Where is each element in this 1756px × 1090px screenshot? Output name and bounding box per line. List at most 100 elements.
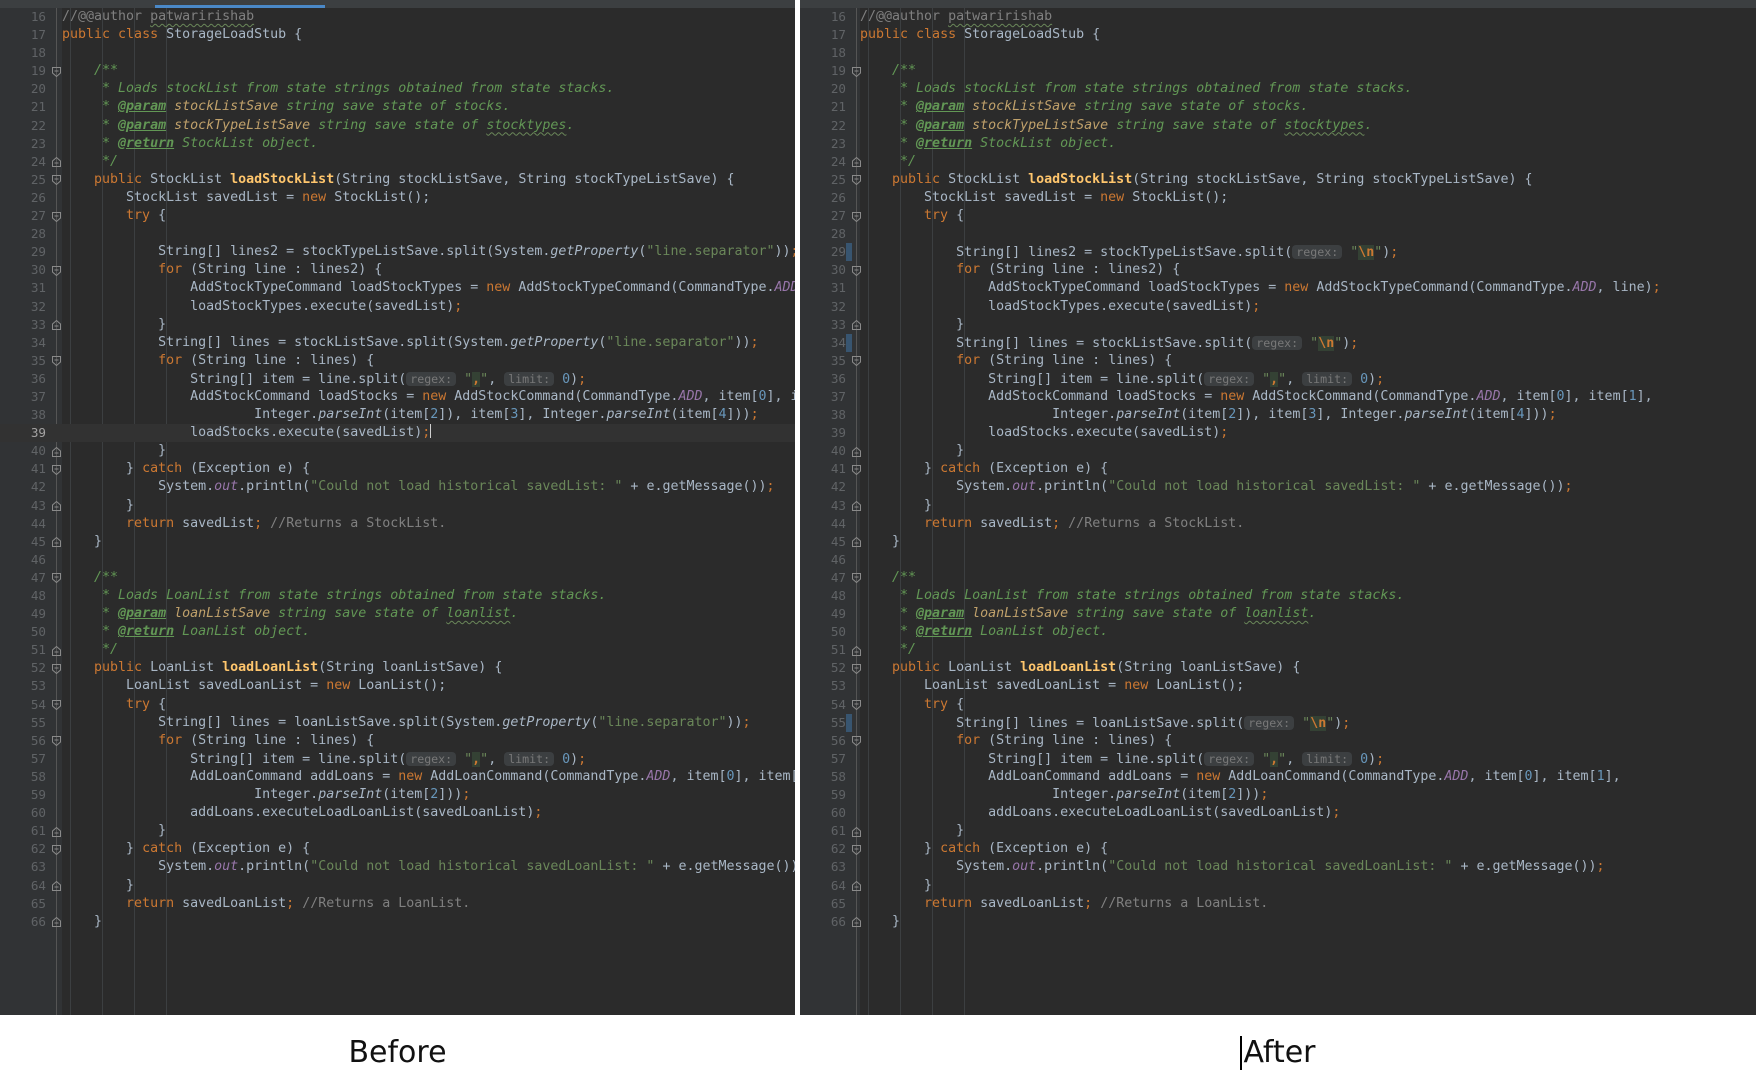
code-line[interactable]: 22 * @param stockTypeListSave string sav… bbox=[0, 117, 795, 135]
code-line[interactable]: 31 AddStockTypeCommand loadStockTypes = … bbox=[800, 279, 1756, 297]
code-line[interactable]: 18 bbox=[800, 44, 1756, 62]
code-line[interactable]: 30 for (String line : lines2) { bbox=[0, 261, 795, 279]
code-line[interactable]: 24 */ bbox=[800, 153, 1756, 171]
code-line[interactable]: 54 try { bbox=[800, 696, 1756, 714]
change-marker[interactable] bbox=[846, 243, 852, 262]
code-line[interactable]: 27 try { bbox=[800, 207, 1756, 225]
code-fold-end-icon[interactable] bbox=[52, 157, 61, 168]
code-line[interactable]: 34 String[] lines = stockListSave.split(… bbox=[800, 333, 1756, 352]
code-line[interactable]: 42 System.out.println("Could not load hi… bbox=[0, 478, 795, 496]
code-fold-start-icon[interactable] bbox=[52, 573, 61, 584]
code-line[interactable]: 41 } catch (Exception e) { bbox=[0, 460, 795, 478]
code-line[interactable]: 46 bbox=[0, 551, 795, 569]
code-line[interactable]: 44 return savedList; //Returns a StockLi… bbox=[0, 515, 795, 533]
change-marker[interactable] bbox=[846, 333, 852, 352]
code-line[interactable]: 52 public LoanList loadLoanList(String l… bbox=[0, 659, 795, 677]
code-line[interactable]: 34 String[] lines = stockListSave.split(… bbox=[0, 334, 795, 352]
code-line[interactable]: 47 /** bbox=[800, 569, 1756, 587]
code-line[interactable]: 59 Integer.parseInt(item[2])); bbox=[800, 786, 1756, 804]
code-line[interactable]: 19 /** bbox=[0, 62, 795, 80]
code-line[interactable]: 29 String[] lines2 = stockTypeListSave.s… bbox=[0, 243, 795, 261]
code-line[interactable]: 20 * Loads stockList from state strings … bbox=[0, 80, 795, 98]
code-line[interactable]: 21 * @param stockListSave string save st… bbox=[800, 98, 1756, 116]
code-fold-start-icon[interactable] bbox=[52, 66, 61, 77]
code-line[interactable]: 23 * @return StockList object. bbox=[800, 135, 1756, 153]
code-line[interactable]: 24 */ bbox=[0, 153, 795, 171]
code-line[interactable]: 19 /** bbox=[800, 62, 1756, 80]
code-line[interactable]: 18 bbox=[0, 44, 795, 62]
code-line[interactable]: 38 Integer.parseInt(item[2]), item[3], I… bbox=[800, 406, 1756, 424]
code-line[interactable]: 49 * @param loanListSave string save sta… bbox=[800, 605, 1756, 623]
code-line[interactable]: 55 String[] lines = loanListSave.split(r… bbox=[800, 713, 1756, 732]
code-line[interactable]: 56 for (String line : lines) { bbox=[0, 732, 795, 750]
code-line[interactable]: 21 * @param stockListSave string save st… bbox=[0, 98, 795, 116]
code-fold-end-icon[interactable] bbox=[52, 881, 61, 891]
code-fold-end-icon[interactable] bbox=[52, 320, 61, 331]
code-line[interactable]: 57 String[] item = line.split(regex: ","… bbox=[0, 750, 795, 768]
code-line[interactable]: 37 AddStockCommand loadStocks = new AddS… bbox=[800, 388, 1756, 406]
code-line[interactable]: 58 AddLoanCommand addLoans = new AddLoan… bbox=[800, 768, 1756, 786]
code-fold-end-icon[interactable] bbox=[52, 537, 61, 548]
code-line[interactable]: 17 public class StorageLoadStub { bbox=[800, 26, 1756, 44]
code-line[interactable]: 48 * Loads LoanList from state strings o… bbox=[800, 587, 1756, 605]
code-line[interactable]: 26 StockList savedList = new StockList()… bbox=[800, 189, 1756, 207]
code-line[interactable]: 46 bbox=[800, 551, 1756, 569]
code-line[interactable]: 36 String[] item = line.split(regex: ","… bbox=[800, 370, 1756, 388]
code-line[interactable]: 25 public StockList loadStockList(String… bbox=[800, 171, 1756, 189]
code-line[interactable]: 16 //@@author patwaririshab bbox=[800, 8, 1756, 26]
code-line[interactable]: 65 return savedLoanList; //Returns a Loa… bbox=[800, 895, 1756, 913]
code-line[interactable]: 50 * @return LoanList object. bbox=[800, 623, 1756, 641]
code-line[interactable]: 66 } bbox=[800, 913, 1756, 931]
code-line[interactable]: 50 * @return LoanList object. bbox=[0, 623, 795, 641]
code-line[interactable]: 48 * Loads LoanList from state strings o… bbox=[0, 587, 795, 605]
code-fold-end-icon[interactable] bbox=[52, 501, 61, 512]
code-fold-end-icon[interactable] bbox=[52, 645, 61, 656]
code-fold-start-icon[interactable] bbox=[52, 663, 61, 674]
code-line[interactable]: 51 */ bbox=[0, 641, 795, 659]
code-line[interactable]: 17 public class StorageLoadStub { bbox=[0, 26, 795, 44]
code-line[interactable]: 35 for (String line : lines) { bbox=[800, 352, 1756, 370]
code-line[interactable]: 47 /** bbox=[0, 569, 795, 587]
code-line[interactable]: 63 System.out.println("Could not load hi… bbox=[800, 858, 1756, 876]
code-fold-start-icon[interactable] bbox=[52, 464, 61, 475]
code-line[interactable]: 41 } catch (Exception e) { bbox=[800, 460, 1756, 478]
code-line[interactable]: 22 * @param stockTypeListSave string sav… bbox=[800, 117, 1756, 135]
code-line[interactable]: 49 * @param loanListSave string save sta… bbox=[0, 605, 795, 623]
code-line[interactable]: 23 * @return StockList object. bbox=[0, 135, 795, 153]
code-line[interactable]: 36 String[] item = line.split(regex: ","… bbox=[0, 370, 795, 388]
code-line[interactable]: 58 AddLoanCommand addLoans = new AddLoan… bbox=[0, 768, 795, 786]
code-line[interactable]: 53 LoanList savedLoanList = new LoanList… bbox=[800, 677, 1756, 695]
code-line[interactable]: 66 } bbox=[0, 913, 795, 931]
code-fold-start-icon[interactable] bbox=[52, 175, 61, 186]
code-line[interactable]: 35 for (String line : lines) { bbox=[0, 352, 795, 370]
code-line[interactable]: 32 loadStockTypes.execute(savedList); bbox=[0, 298, 795, 316]
code-line[interactable]: 40 } bbox=[800, 442, 1756, 460]
code-line[interactable]: 37 AddStockCommand loadStocks = new AddS… bbox=[0, 388, 795, 406]
code-fold-start-icon[interactable] bbox=[52, 211, 61, 222]
code-line[interactable]: 31 AddStockTypeCommand loadStockTypes = … bbox=[0, 279, 795, 297]
code-line[interactable]: 45 } bbox=[800, 533, 1756, 551]
code-line[interactable]: 60 addLoans.executeLoadLoanList(savedLoa… bbox=[800, 804, 1756, 822]
code-line[interactable]: 33 } bbox=[0, 316, 795, 334]
code-line[interactable]: 40 } bbox=[0, 442, 795, 460]
code-line[interactable]: 16 //@@author patwaririshab bbox=[0, 8, 795, 26]
code-line[interactable]: 63 System.out.println("Could not load hi… bbox=[0, 858, 795, 876]
code-line[interactable]: 65 return savedLoanList; //Returns a Loa… bbox=[0, 895, 795, 913]
code-line[interactable]: 33 } bbox=[800, 316, 1756, 334]
code-editor-after[interactable]: 16 //@@author patwaririshab 17 public class… bbox=[800, 8, 1756, 1015]
code-fold-start-icon[interactable] bbox=[52, 736, 61, 747]
code-line[interactable]: 56 for (String line : lines) { bbox=[800, 732, 1756, 750]
code-line[interactable]: 54 try { bbox=[0, 696, 795, 714]
code-line[interactable]: 26 StockList savedList = new StockList()… bbox=[0, 189, 795, 207]
code-fold-start-icon[interactable] bbox=[52, 700, 61, 711]
code-line[interactable]: 32 loadStockTypes.execute(savedList); bbox=[800, 298, 1756, 316]
code-line[interactable]: 52 public LoanList loadLoanList(String l… bbox=[800, 659, 1756, 677]
change-marker[interactable] bbox=[846, 713, 852, 732]
code-line[interactable]: 60 addLoans.executeLoadLoanList(savedLoa… bbox=[0, 804, 795, 822]
code-line[interactable]: 29 String[] lines2 = stockTypeListSave.s… bbox=[800, 243, 1756, 262]
code-fold-start-icon[interactable] bbox=[52, 265, 61, 276]
code-line[interactable]: 62 } catch (Exception e) { bbox=[0, 840, 795, 858]
code-line[interactable]: 45 } bbox=[0, 533, 795, 551]
code-line[interactable]: 27 try { bbox=[0, 207, 795, 225]
code-line[interactable]: 43 } bbox=[800, 497, 1756, 515]
